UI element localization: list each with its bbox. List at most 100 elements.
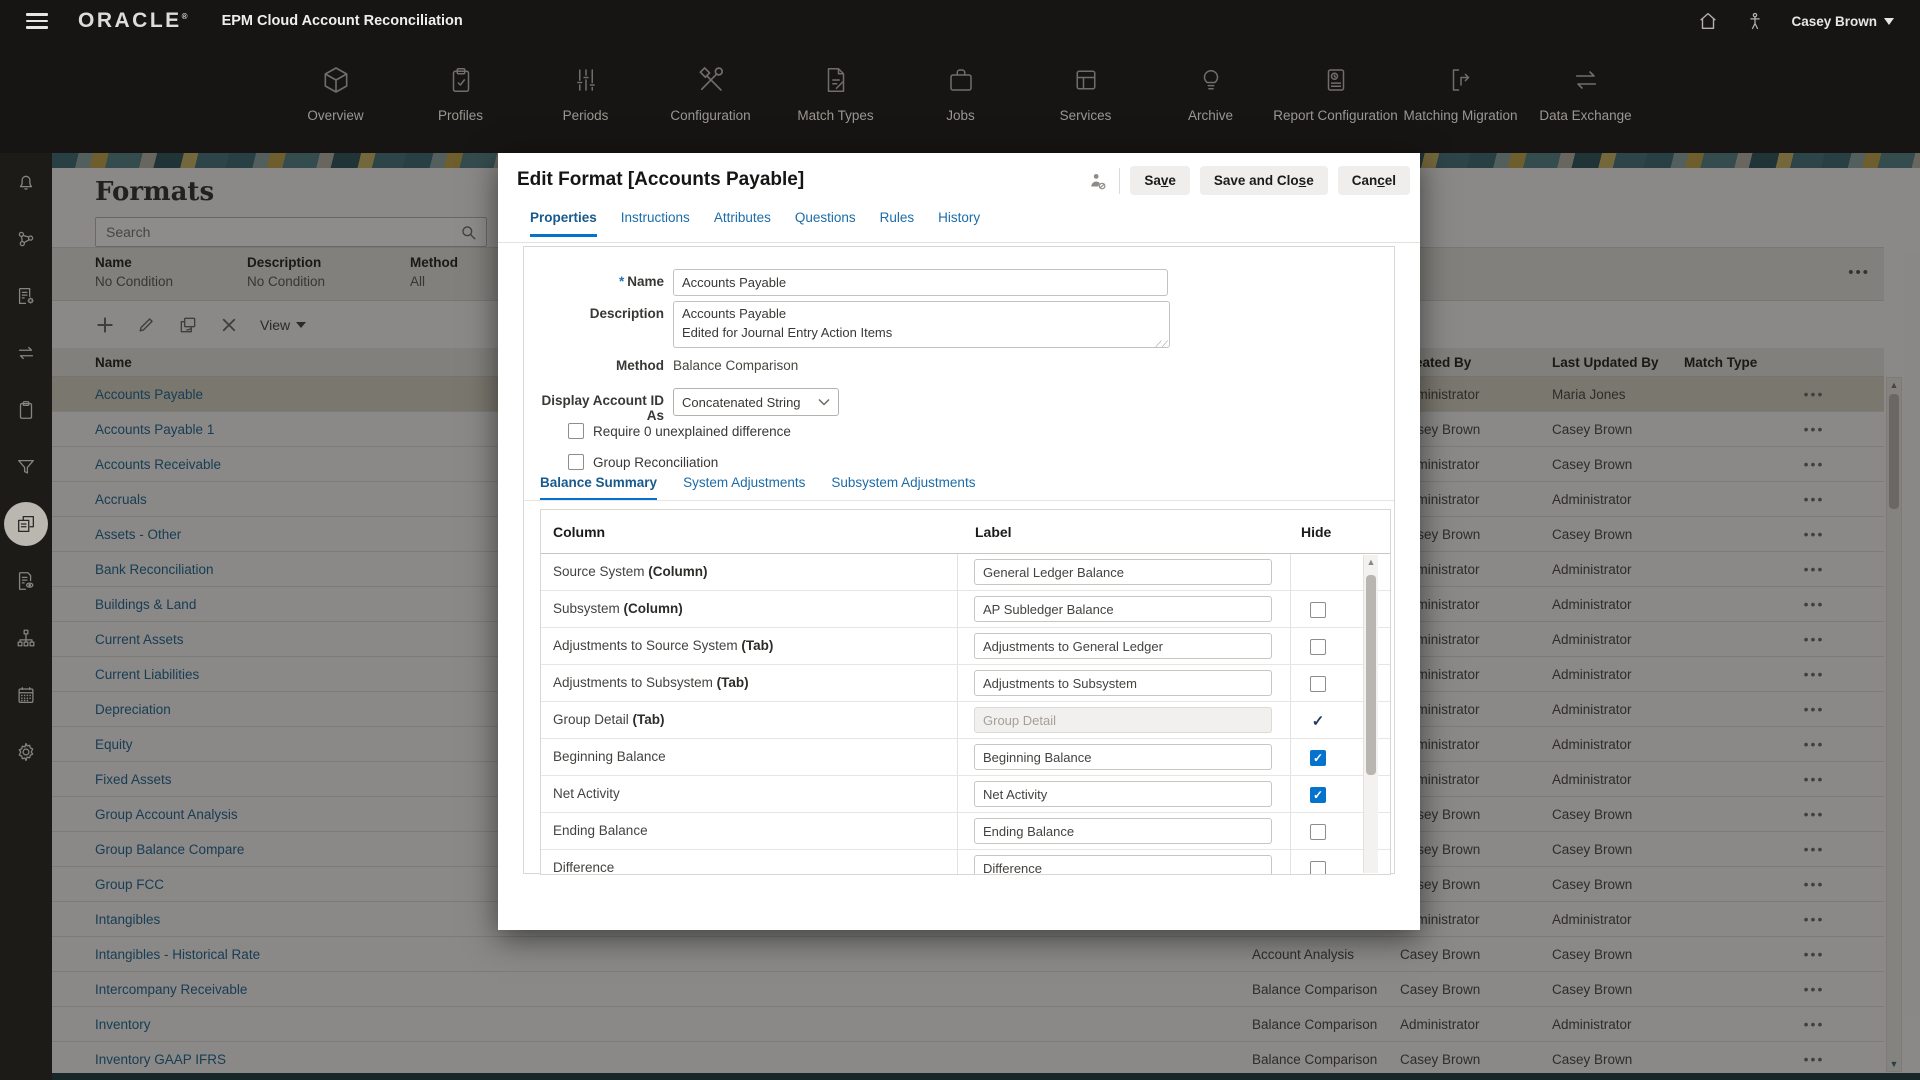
bell-icon	[4, 160, 48, 204]
group-reconciliation-label: Group Reconciliation	[593, 455, 718, 470]
selected-option: Concatenated String	[682, 395, 801, 410]
hide-cell	[1290, 850, 1346, 875]
label-input[interactable]	[974, 818, 1272, 844]
nav-configuration[interactable]: Configuration	[648, 42, 773, 124]
grid-row: Beginning Balance✓	[541, 739, 1390, 776]
hide-checkmark-icon: ✓	[1312, 712, 1325, 730]
subtab-system-adjustments[interactable]: System Adjustments	[683, 475, 805, 501]
tools-icon	[648, 58, 773, 102]
tab-attributes[interactable]: Attributes	[714, 210, 771, 237]
nav-matching-migration[interactable]: Matching Migration	[1398, 42, 1523, 124]
tab-properties[interactable]: Properties	[530, 210, 597, 237]
cancel-button[interactable]: Cancel	[1338, 166, 1410, 195]
grid-column-suffix: (Tab)	[633, 712, 665, 727]
hide-cell	[1290, 665, 1346, 702]
hide-checkbox[interactable]	[1310, 602, 1326, 618]
grid-column-suffix: (Tab)	[741, 638, 773, 653]
tab-questions[interactable]: Questions	[795, 210, 856, 237]
label-input[interactable]	[974, 855, 1272, 875]
subtab-balance-summary[interactable]: Balance Summary	[540, 475, 657, 501]
hide-checkbox[interactable]	[1310, 676, 1326, 692]
balance-summary-grid: Column Label Hide Source System (Column)…	[540, 509, 1391, 875]
require-zero-checkbox[interactable]	[568, 423, 584, 439]
sidebar-item-calendar[interactable]	[0, 666, 52, 723]
nav-services[interactable]: Services	[1023, 42, 1148, 124]
menu-icon[interactable]	[26, 13, 48, 29]
label-input[interactable]	[974, 633, 1272, 659]
grid-row: Difference	[541, 850, 1390, 875]
nav-data-exchange[interactable]: Data Exchange	[1523, 42, 1648, 124]
nav-match-types[interactable]: Match Types	[773, 42, 898, 124]
home-icon[interactable]	[1697, 10, 1719, 32]
hide-checkbox[interactable]: ✓	[1310, 750, 1326, 766]
hide-cell	[1290, 628, 1346, 665]
tab-instructions[interactable]: Instructions	[621, 210, 690, 237]
nav-archive[interactable]: Archive	[1148, 42, 1273, 124]
label-input[interactable]	[974, 707, 1272, 733]
display-account-id-select[interactable]: Concatenated String	[673, 388, 839, 416]
grid-row: Subsystem (Column)	[541, 591, 1390, 628]
nav-profiles[interactable]: Profiles	[398, 42, 523, 124]
sidebar-item-formats[interactable]	[0, 495, 52, 552]
user-menu[interactable]: Casey Brown	[1791, 14, 1894, 29]
subtab-subsystem-adjustments[interactable]: Subsystem Adjustments	[831, 475, 975, 501]
description-textarea[interactable]: Accounts Payable Edited for Journal Entr…	[673, 301, 1170, 348]
accessibility-user-icon[interactable]	[1745, 10, 1765, 32]
grid-column-name: Group Detail (Tab)	[553, 712, 665, 727]
cube-icon	[273, 58, 398, 102]
nav-overview[interactable]: Overview	[273, 42, 398, 124]
hide-checkbox[interactable]	[1310, 639, 1326, 655]
grid-column-suffix: (Column)	[648, 564, 707, 579]
label-input[interactable]	[974, 559, 1272, 585]
gear-icon	[4, 730, 48, 774]
sidebar-item-report-view[interactable]	[0, 552, 52, 609]
org-tree-icon	[4, 616, 48, 660]
calendar-icon	[4, 673, 48, 717]
format-name-input[interactable]	[673, 269, 1168, 296]
grid-row: Group Detail (Tab) ✓	[541, 702, 1390, 739]
label-input[interactable]	[974, 670, 1272, 696]
sidebar-item-hierarchy[interactable]	[0, 609, 52, 666]
user-name: Casey Brown	[1791, 14, 1877, 29]
properties-panel: *Name Description Accounts Payable Edite…	[523, 246, 1395, 874]
grid-column-name: Net Activity	[553, 786, 620, 801]
user-access-icon[interactable]	[1087, 170, 1109, 192]
document-eye-icon	[4, 559, 48, 603]
sidebar-item-document-settings[interactable]	[0, 267, 52, 324]
grid-header: Column Label Hide	[541, 510, 1390, 554]
sidebar-item-profiles[interactable]	[0, 381, 52, 438]
grid-row: Source System (Column)	[541, 554, 1390, 591]
lightbulb-icon	[1148, 58, 1273, 102]
required-asterisk: *	[619, 274, 624, 289]
save-and-close-button[interactable]: Save and Close	[1200, 166, 1328, 195]
hide-checkbox[interactable]: ✓	[1310, 787, 1326, 803]
label-input[interactable]	[974, 744, 1272, 770]
nav-periods[interactable]: Periods	[523, 42, 648, 124]
sidebar-item-notifications[interactable]	[0, 153, 52, 210]
sidebar-item-workflow[interactable]	[0, 210, 52, 267]
divider	[1119, 168, 1120, 194]
balance-subtabs: Balance Summary System Adjustments Subsy…	[540, 475, 975, 501]
tab-history[interactable]: History	[938, 210, 980, 237]
nav-report-configuration[interactable]: Report Configuration	[1273, 42, 1398, 124]
documents-icon	[4, 502, 48, 546]
tab-rules[interactable]: Rules	[880, 210, 915, 237]
group-reconciliation-checkbox[interactable]	[568, 454, 584, 470]
sidebar-item-exchange[interactable]	[0, 324, 52, 381]
grid-hide-header: Hide	[1301, 524, 1331, 540]
hide-checkbox[interactable]	[1310, 824, 1326, 840]
label-input[interactable]	[974, 596, 1272, 622]
scroll-up-icon[interactable]: ▲	[1364, 557, 1378, 567]
grid-scrollbar[interactable]: ▲	[1363, 555, 1378, 873]
sidebar-item-settings[interactable]	[0, 723, 52, 780]
save-button[interactable]: Save	[1130, 166, 1190, 195]
resize-handle-icon[interactable]: ⟋⟋	[1155, 339, 1168, 350]
scrollbar-thumb[interactable]	[1366, 575, 1376, 775]
user-caret-icon	[1884, 18, 1894, 25]
sidebar-item-filter[interactable]	[0, 438, 52, 495]
grid-column-suffix: (Tab)	[717, 675, 749, 690]
hide-checkbox[interactable]	[1310, 861, 1326, 876]
label-input[interactable]	[974, 781, 1272, 807]
nav-jobs[interactable]: Jobs	[898, 42, 1023, 124]
grid-column-header: Column	[553, 524, 605, 540]
